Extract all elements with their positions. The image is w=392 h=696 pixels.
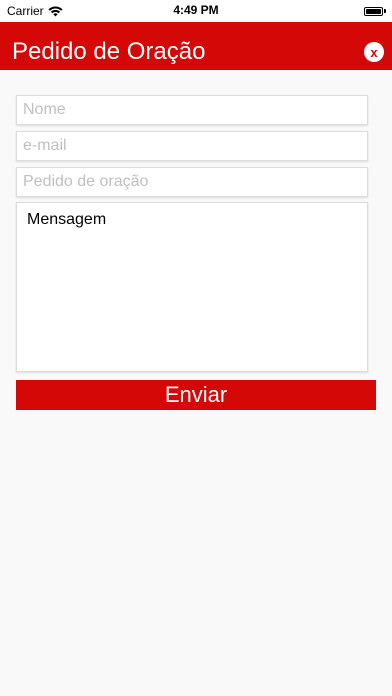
email-input[interactable] (16, 131, 368, 161)
status-bar: Carrier 4:49 PM (0, 0, 392, 22)
close-button[interactable]: x (364, 42, 384, 62)
close-icon: x (370, 44, 378, 60)
name-input[interactable] (16, 95, 368, 125)
send-button[interactable]: Enviar (16, 380, 376, 410)
prayer-request-input[interactable] (16, 167, 368, 197)
page-title: Pedido de Oração (12, 38, 206, 65)
message-textarea[interactable]: Mensagem (16, 202, 368, 372)
battery-icon (364, 6, 386, 16)
app-header: Pedido de Oração x (0, 22, 392, 70)
status-time: 4:49 PM (173, 3, 219, 17)
